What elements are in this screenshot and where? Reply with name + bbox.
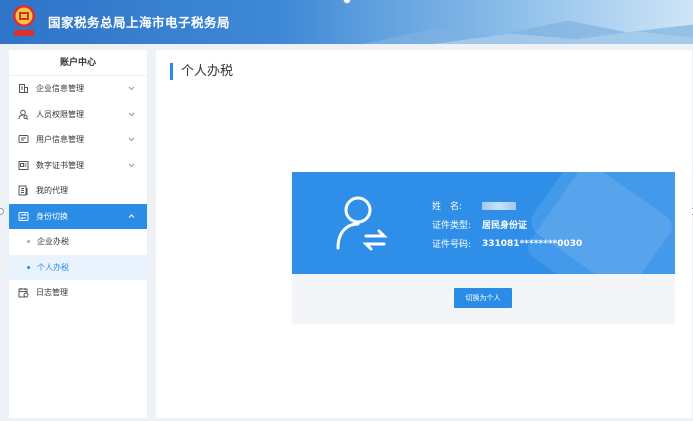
identity-card: 姓 名: 证件类型: 居民身份证 证件号码: 331081********003… (292, 172, 675, 324)
chevron-up-icon (128, 213, 135, 218)
building-icon (17, 83, 29, 95)
resize-handle-left (0, 208, 4, 215)
chevron-down-icon (128, 137, 135, 142)
bullet-dot (27, 240, 30, 244)
sidebar-subitem-enterprise-tax[interactable]: 企业办税 (9, 229, 147, 255)
sidebar-item-user-info[interactable]: 用户信息管理 (9, 127, 147, 153)
sidebar-subitem-label: 企业办税 (37, 237, 69, 247)
sidebar-item-identity-switch[interactable]: 身份切换 (9, 203, 147, 229)
identity-info: 姓 名: 证件类型: 居民身份证 证件号码: 331081********003… (432, 196, 582, 253)
sidebar-subitem-label: 个人办税 (37, 262, 69, 272)
id-type-row: 证件类型: 居民身份证 (432, 215, 582, 234)
list-icon (17, 185, 29, 197)
sidebar-item-label: 日志管理 (36, 288, 68, 298)
id-number-value: 331081********0030 (482, 238, 583, 249)
sidebar-item-log-management[interactable]: 日志管理 (9, 280, 147, 306)
bullet-dot (27, 265, 30, 269)
sidebar-item-label: 数字证书管理 (36, 160, 84, 170)
name-value-masked (482, 201, 516, 210)
id-number-label: 证件号码: (432, 240, 472, 250)
sidebar-item-label: 人员权限管理 (36, 109, 84, 119)
id-type-label: 证件类型: (432, 221, 472, 231)
sidebar: 账户中心 企业信息管理 人员权限管理 用户信息管理 数字证书管理 我的代理 身份… (9, 50, 147, 418)
sidebar-item-label: 企业信息管理 (36, 84, 84, 94)
name-label: 姓 名: (432, 202, 463, 212)
page-title: 个人办税 (170, 63, 233, 80)
main-content: 个人办税 姓 名: 证件类型: 居民身份证 证件号码: 331081******… (156, 50, 692, 418)
chevron-down-icon (128, 163, 135, 167)
sidebar-item-my-agent[interactable]: 我的代理 (9, 178, 147, 204)
sidebar-item-certificates[interactable]: 数字证书管理 (9, 153, 147, 179)
sidebar-item-permissions[interactable]: 人员权限管理 (9, 102, 147, 128)
tax-emblem-icon (13, 5, 35, 36)
id-number-row: 证件号码: 331081********0030 (432, 234, 582, 253)
sidebar-title: 账户中心 (9, 50, 147, 76)
id-type-value: 居民身份证 (482, 221, 528, 231)
sidebar-item-label: 我的代理 (36, 186, 68, 196)
sidebar-item-label: 用户信息管理 (36, 135, 84, 145)
certificate-icon (17, 159, 29, 171)
switch-to-personal-button[interactable]: 切换为个人 (454, 288, 512, 308)
site-title: 国家税务总局上海市电子税务局 (48, 15, 231, 30)
top-header: 国家税务总局上海市电子税务局 (0, 0, 693, 44)
identity-card-header: 姓 名: 证件类型: 居民身份证 证件号码: 331081********003… (292, 172, 675, 274)
message-icon (17, 134, 29, 146)
switch-icon (17, 210, 29, 222)
sidebar-subitem-personal-tax[interactable]: 个人办税 (9, 254, 147, 280)
chevron-down-icon (128, 112, 135, 116)
sidebar-item-enterprise-info[interactable]: 企业信息管理 (9, 76, 147, 102)
header-handle-dot (343, 0, 351, 4)
chevron-down-icon (128, 86, 135, 91)
name-row: 姓 名: (432, 196, 582, 215)
user-search-icon (17, 108, 29, 120)
user-switch-icon (336, 196, 388, 251)
calendar-icon (17, 287, 29, 299)
sidebar-item-label: 身份切换 (36, 211, 68, 221)
